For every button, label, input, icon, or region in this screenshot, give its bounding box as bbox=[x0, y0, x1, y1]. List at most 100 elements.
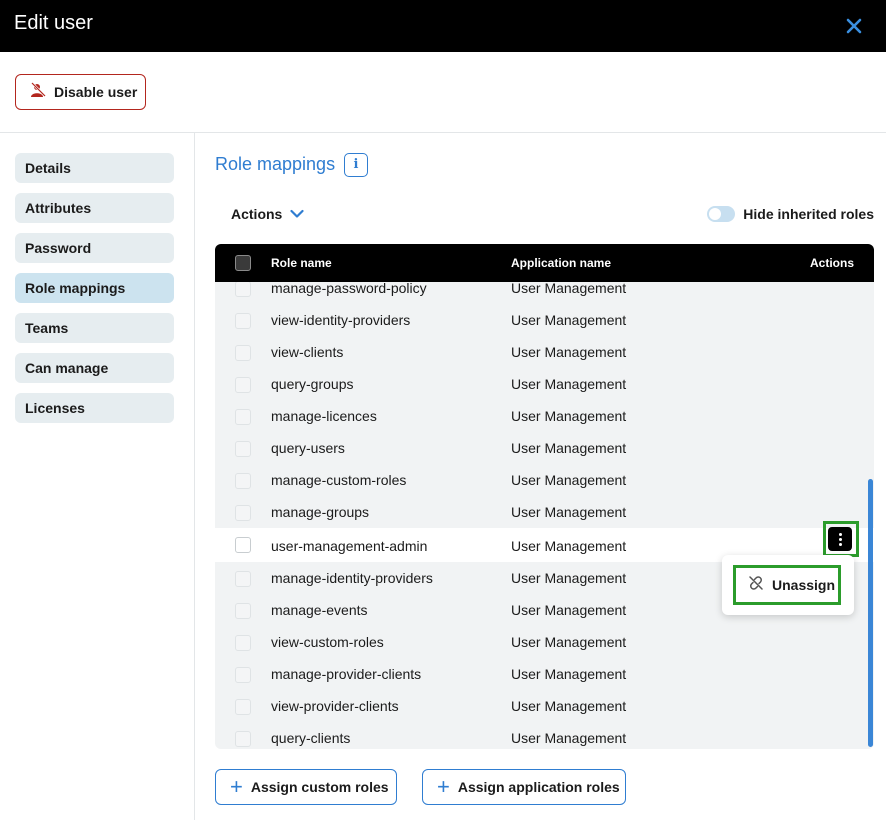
unassign-menu-item[interactable]: Unassign bbox=[733, 565, 841, 605]
role-name-cell: view-clients bbox=[271, 344, 344, 360]
application-name-cell: User Management bbox=[511, 602, 627, 618]
plus-icon: + bbox=[437, 774, 450, 799]
table-row[interactable]: manage-licences User Management bbox=[215, 400, 874, 432]
hide-inherited-roles-label: Hide inherited roles bbox=[743, 206, 874, 222]
table-row[interactable]: view-provider-clients User Management bbox=[215, 690, 874, 722]
table-row[interactable]: view-clients User Management bbox=[215, 336, 874, 368]
row-checkbox[interactable] bbox=[235, 571, 251, 587]
role-name-cell: query-clients bbox=[271, 730, 351, 746]
plus-icon: + bbox=[230, 774, 243, 799]
sidebar-nav: Details Attributes Password Role mapping… bbox=[0, 133, 195, 820]
hide-inherited-roles-toggle[interactable] bbox=[707, 206, 736, 222]
table-row[interactable]: view-identity-providers User Management bbox=[215, 304, 874, 336]
role-name-cell: manage-password-policy bbox=[271, 282, 427, 296]
row-actions-menu: Unassign bbox=[722, 555, 854, 615]
row-checkbox[interactable] bbox=[235, 409, 251, 425]
table-scrollbar[interactable] bbox=[868, 479, 873, 747]
application-name-cell: User Management bbox=[511, 472, 627, 488]
row-checkbox[interactable] bbox=[235, 313, 251, 329]
dialog-header: Edit user bbox=[0, 0, 886, 52]
sidebar-item-details[interactable]: Details bbox=[15, 153, 174, 183]
table-row[interactable]: manage-custom-roles User Management bbox=[215, 464, 874, 496]
row-actions-kebab-icon[interactable] bbox=[828, 527, 852, 551]
row-checkbox[interactable] bbox=[235, 282, 251, 297]
role-name-cell: manage-licences bbox=[271, 408, 377, 424]
table-row[interactable]: view-custom-roles User Management bbox=[215, 626, 874, 658]
row-checkbox[interactable] bbox=[235, 345, 251, 361]
role-name-cell: view-custom-roles bbox=[271, 634, 384, 650]
row-checkbox[interactable] bbox=[235, 441, 251, 457]
table-row[interactable]: manage-provider-clients User Management bbox=[215, 658, 874, 690]
page-title: Role mappings bbox=[215, 154, 336, 174]
row-checkbox[interactable] bbox=[235, 635, 251, 651]
application-name-cell: User Management bbox=[511, 408, 627, 424]
table-row[interactable]: manage-groups User Management bbox=[215, 496, 874, 528]
application-name-cell: User Management bbox=[511, 730, 627, 746]
unassign-label: Unassign bbox=[772, 577, 836, 593]
sidebar-item-attributes[interactable]: Attributes bbox=[15, 193, 174, 223]
assign-application-roles-label: Assign application roles bbox=[457, 779, 620, 795]
sidebar-item-can-manage[interactable]: Can manage bbox=[15, 353, 174, 383]
row-checkbox[interactable] bbox=[235, 537, 251, 553]
user-toolbar: Disable user bbox=[0, 52, 886, 133]
disable-user-button[interactable]: Disable user bbox=[15, 74, 146, 110]
row-checkbox[interactable] bbox=[235, 731, 251, 747]
table-row[interactable]: query-users User Management bbox=[215, 432, 874, 464]
sidebar-item-role-mappings[interactable]: Role mappings bbox=[15, 273, 174, 303]
table-row[interactable]: query-clients User Management bbox=[215, 722, 874, 749]
chevron-down-icon bbox=[282, 206, 304, 222]
assign-application-roles-button[interactable]: + Assign application roles bbox=[422, 769, 626, 805]
application-name-cell: User Management bbox=[511, 504, 627, 520]
sidebar-item-licenses[interactable]: Licenses bbox=[15, 393, 174, 423]
application-name-cell: User Management bbox=[511, 698, 627, 714]
role-name-cell: manage-identity-providers bbox=[271, 570, 433, 586]
table-body: manage-password-policy User Management vie… bbox=[215, 282, 874, 749]
application-name-cell: User Management bbox=[511, 344, 627, 360]
row-checkbox[interactable] bbox=[235, 505, 251, 521]
select-all-checkbox[interactable] bbox=[235, 255, 251, 271]
disable-user-icon bbox=[30, 81, 46, 103]
table-header: Role name Application name Actions bbox=[215, 244, 874, 282]
assign-custom-roles-label: Assign custom roles bbox=[250, 779, 389, 795]
table-row[interactable]: manage-password-policy User Management bbox=[215, 282, 874, 304]
role-name-cell: view-provider-clients bbox=[271, 698, 399, 714]
application-name-cell: User Management bbox=[511, 282, 627, 296]
application-name-cell: User Management bbox=[511, 312, 627, 328]
row-checkbox[interactable] bbox=[235, 603, 251, 619]
application-name-cell: User Management bbox=[511, 666, 627, 682]
column-header-actions: Actions bbox=[809, 256, 854, 270]
sidebar-item-password[interactable]: Password bbox=[15, 233, 174, 263]
application-name-cell: User Management bbox=[511, 440, 627, 456]
role-name-cell: view-identity-providers bbox=[271, 312, 411, 328]
assign-custom-roles-button[interactable]: + Assign custom roles bbox=[215, 769, 397, 805]
column-header-role-name[interactable]: Role name bbox=[271, 256, 332, 270]
role-name-cell: manage-groups bbox=[271, 504, 370, 520]
role-name-cell: manage-events bbox=[271, 602, 368, 618]
close-icon[interactable] bbox=[840, 12, 868, 40]
role-name-cell: query-groups bbox=[271, 376, 354, 392]
dialog-title: Edit user bbox=[14, 12, 93, 34]
row-checkbox[interactable] bbox=[235, 699, 251, 715]
application-name-cell: User Management bbox=[511, 570, 627, 586]
role-name-cell: manage-custom-roles bbox=[271, 472, 407, 488]
row-checkbox[interactable] bbox=[235, 667, 251, 683]
application-name-cell: User Management bbox=[511, 634, 627, 650]
actions-dropdown[interactable]: Actions bbox=[231, 206, 304, 222]
role-name-cell: user-management-admin bbox=[271, 538, 428, 554]
disable-user-label: Disable user bbox=[54, 84, 138, 100]
sidebar-item-teams[interactable]: Teams bbox=[15, 313, 174, 343]
main-content: Role mappings i Actions Hide inherited r… bbox=[195, 133, 886, 820]
row-checkbox[interactable] bbox=[235, 473, 251, 489]
application-name-cell: User Management bbox=[511, 376, 627, 392]
column-header-application-name[interactable]: Application name bbox=[511, 256, 611, 270]
application-name-cell: User Management bbox=[511, 538, 627, 554]
table-row[interactable]: query-groups User Management bbox=[215, 368, 874, 400]
role-name-cell: manage-provider-clients bbox=[271, 666, 422, 682]
hide-inherited-toggle-group: Hide inherited roles bbox=[707, 206, 874, 222]
info-icon[interactable]: i bbox=[344, 153, 368, 177]
row-checkbox[interactable] bbox=[235, 377, 251, 393]
role-mappings-table: Role name Application name Actions manag… bbox=[215, 244, 874, 749]
role-name-cell: query-users bbox=[271, 440, 345, 456]
actions-dropdown-label: Actions bbox=[231, 206, 283, 222]
unlink-icon bbox=[748, 575, 764, 596]
